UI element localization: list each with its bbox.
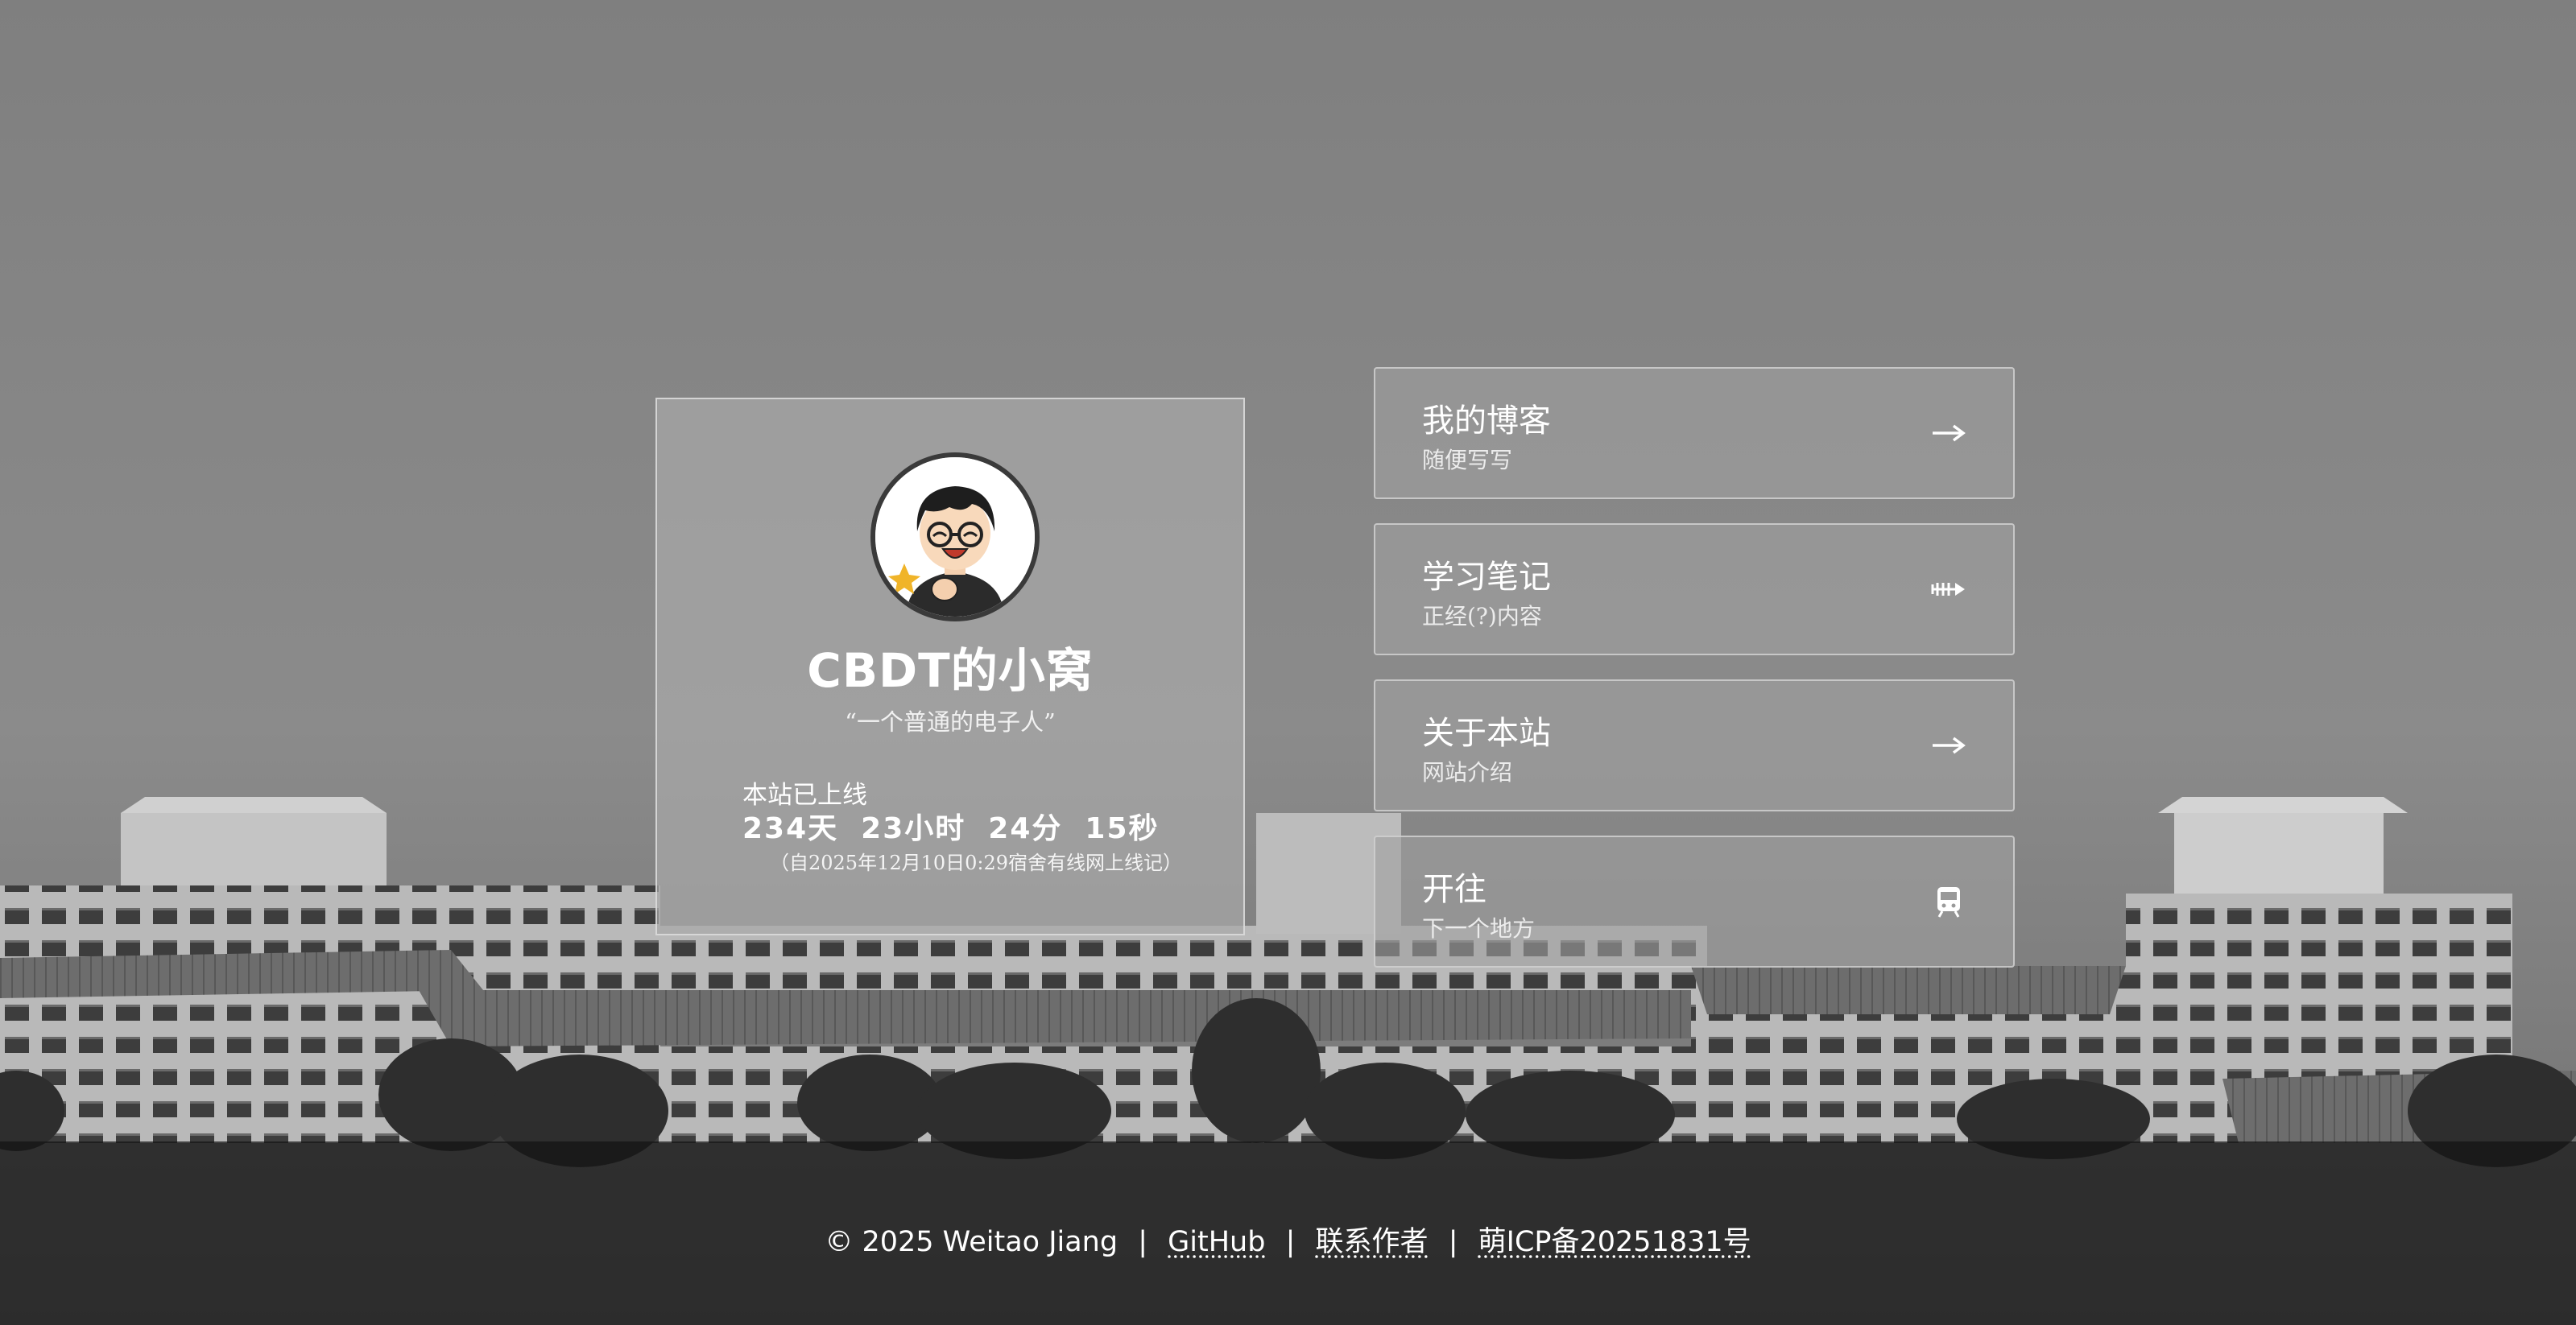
nav-card-notes[interactable]: 学习笔记 正经(?)内容: [1374, 523, 2015, 655]
campus-background-image: [0, 0, 2576, 1325]
fish-bone-icon: [1926, 567, 1971, 612]
uptime-counter: 234天 23小时 24分 15秒: [742, 805, 1160, 847]
uptime-seconds-unit: 秒: [1128, 812, 1160, 845]
uptime-since-note: （自2025年12月10日0:29宿舍有线网上线记）: [770, 852, 1183, 874]
nav-card-title: 我的博客: [1422, 402, 1551, 440]
footer-line: © 2025 Weitao Jiang | GitHub | 联系作者 | 萌I…: [0, 1219, 2576, 1260]
nav-card-subtitle: 正经(?)内容: [1422, 603, 1542, 629]
contact-author-link[interactable]: 联系作者: [1316, 1226, 1429, 1258]
cartoon-avatar-icon: [875, 457, 1035, 617]
nav-card-title: 学习笔记: [1422, 559, 1551, 596]
uptime-minutes: 24: [988, 812, 1032, 845]
footer: © 2025 Weitao Jiang | GitHub | 联系作者 | 萌I…: [0, 1141, 2576, 1325]
site-title: CBDT的小窝: [807, 643, 1094, 698]
nav-card-subtitle: 网站介绍: [1422, 759, 1513, 786]
nav-card-about[interactable]: 关于本站 网站介绍: [1374, 679, 2015, 811]
nav-card-subtitle: 下一个地方: [1422, 915, 1536, 942]
footer-separator: |: [1285, 1226, 1296, 1258]
site-motto: “一个普通的电子人”: [845, 708, 1056, 736]
arrow-right-icon: [1926, 411, 1971, 456]
nav-card-title: 关于本站: [1422, 715, 1551, 752]
footer-separator: |: [1448, 1226, 1458, 1258]
profile-card: CBDT的小窝 “一个普通的电子人” 本站已上线 234天 23小时 24分 15秒 …: [655, 398, 1245, 935]
uptime-days: 234: [742, 812, 808, 845]
nav-card-title: 开往: [1422, 871, 1486, 908]
nav-card-travellings[interactable]: 开往 下一个地方: [1374, 836, 2015, 968]
icp-link[interactable]: 萌ICP备20251831号: [1478, 1226, 1751, 1258]
uptime-hours: 23: [861, 812, 905, 845]
train-icon: [1926, 879, 1971, 924]
github-link[interactable]: GitHub: [1168, 1226, 1265, 1258]
uptime-seconds: 15: [1085, 812, 1129, 845]
uptime-days-unit: 天: [808, 812, 839, 845]
copyright-text: © 2025 Weitao Jiang: [825, 1226, 1118, 1258]
nav-card-subtitle: 随便写写: [1422, 447, 1513, 473]
uptime-hours-unit: 小时: [904, 812, 966, 845]
nav-card-blog[interactable]: 我的博客 随便写写: [1374, 367, 2015, 499]
uptime-minutes-unit: 分: [1032, 812, 1063, 845]
arrow-right-icon: [1926, 723, 1971, 768]
footer-separator: |: [1138, 1226, 1148, 1258]
avatar: [870, 452, 1040, 621]
